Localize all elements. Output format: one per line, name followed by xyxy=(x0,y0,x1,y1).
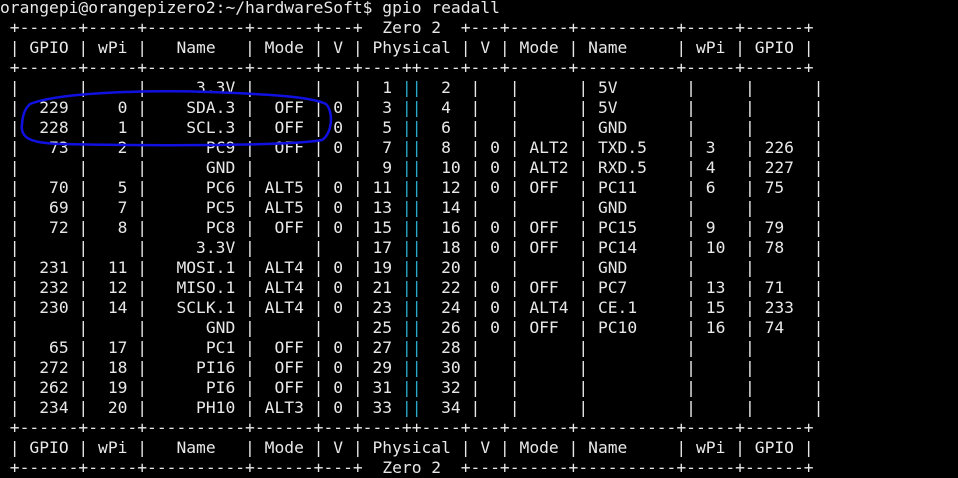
table-row: | | | 3.3V | | | 1 || 2 | | | 5V | | | xyxy=(0,78,824,98)
row-divider: || xyxy=(401,398,422,417)
header-right: V | Mode | Name | wPi | GPIO | xyxy=(470,38,814,57)
table-row: | 70 | 5 | PC6 | ALT5 | 0 | 11 || 12 | 0… xyxy=(0,178,824,198)
header-left: | GPIO | wPi | Name | Mode | V | Physica… xyxy=(0,438,461,457)
table-header-bottom: | GPIO | wPi | Name | Mode | V | Physica… xyxy=(0,438,814,458)
table-row: | 262 | 19 | PI6 | OFF | 0 | 31 || 32 | … xyxy=(0,378,824,398)
row-divider: || xyxy=(401,358,422,377)
table-header-top: | GPIO | wPi | Name | Mode | V | Physica… xyxy=(0,38,814,58)
row-divider: || xyxy=(401,278,422,297)
row-left: | 232 | 12 | MISO.1 | ALT4 | 0 | 21 xyxy=(0,278,402,297)
row-right: 14 | | | GND | | | xyxy=(421,198,824,217)
table-row: | 232 | 12 | MISO.1 | ALT4 | 0 | 21 || 2… xyxy=(0,278,824,298)
row-divider: || xyxy=(401,338,422,357)
table-border-top: +------+-----+----------+------+---+ Zer… xyxy=(0,18,814,37)
header-right: V | Mode | Name | wPi | GPIO | xyxy=(470,438,814,457)
table-row: | 229 | 0 | SDA.3 | OFF | 0 | 3 || 4 | |… xyxy=(0,98,824,118)
row-divider: || xyxy=(401,98,422,117)
row-left: | 73 | 2 | PC9 | OFF | 0 | 7 xyxy=(0,138,402,157)
table-row: | 230 | 14 | SCLK.1 | ALT4 | 0 | 23 || 2… xyxy=(0,298,824,318)
row-right: 16 | 0 | OFF | PC15 | 9 | 79 | xyxy=(421,218,824,237)
row-left: | | | 3.3V | | | 1 xyxy=(0,78,402,97)
prompt-line: orangepi@orangepizero2:~/hardwareSoft$ g… xyxy=(0,0,500,18)
header-left: | GPIO | wPi | Name | Mode | V | Physica… xyxy=(0,38,461,57)
row-left: | 69 | 7 | PC5 | ALT5 | 0 | 13 xyxy=(0,198,402,217)
row-divider: || xyxy=(401,318,422,337)
row-divider: || xyxy=(401,258,422,277)
table-row: | 73 | 2 | PC9 | OFF | 0 | 7 || 8 | 0 | … xyxy=(0,138,824,158)
row-divider: || xyxy=(401,238,422,257)
table-row: | 69 | 7 | PC5 | ALT5 | 0 | 13 || 14 | |… xyxy=(0,198,824,218)
row-left: | 229 | 0 | SDA.3 | OFF | 0 | 3 xyxy=(0,98,402,117)
row-right: 8 | 0 | ALT2 | TXD.5 | 3 | 226 | xyxy=(421,138,824,157)
row-left: | 272 | 18 | PI16 | OFF | 0 | 29 xyxy=(0,358,402,377)
header-sep: | xyxy=(460,38,471,57)
row-divider: || xyxy=(401,218,422,237)
row-right: 6 | | | GND | | | xyxy=(421,118,824,137)
table-border-mid: +------+-----+----------+------+---+----… xyxy=(0,58,814,77)
row-divider: || xyxy=(401,138,422,157)
row-left: | 231 | 11 | MOSI.1 | ALT4 | 0 | 19 xyxy=(0,258,402,277)
row-right: 20 | | | GND | | | xyxy=(421,258,824,277)
row-right: 2 | | | 5V | | | xyxy=(421,78,824,97)
row-right: 26 | 0 | OFF | PC10 | 16 | 74 | xyxy=(421,318,824,337)
row-divider: || xyxy=(401,198,422,217)
shell-prompt: orangepi@orangepizero2:~/hardwareSoft$ xyxy=(0,0,383,17)
row-divider: || xyxy=(401,178,422,197)
table-row: | 234 | 20 | PH10 | ALT3 | 0 | 33 || 34 … xyxy=(0,398,824,418)
row-left: | 70 | 5 | PC6 | ALT5 | 0 | 11 xyxy=(0,178,402,197)
row-left: | 228 | 1 | SCL.3 | OFF | 0 | 5 xyxy=(0,118,402,137)
row-left: | | | 3.3V | | | 17 xyxy=(0,238,402,257)
row-left: | | | GND | | | 25 xyxy=(0,318,402,337)
table-row: | | | 3.3V | | | 17 || 18 | 0 | OFF | PC… xyxy=(0,238,824,258)
row-left: | 72 | 8 | PC8 | OFF | 0 | 15 xyxy=(0,218,402,237)
row-left: | 262 | 19 | PI6 | OFF | 0 | 31 xyxy=(0,378,402,397)
row-right: 28 | | | | | | xyxy=(421,338,824,357)
table-row: | | | GND | | | 9 || 10 | 0 | ALT2 | RXD… xyxy=(0,158,824,178)
table-row: | 272 | 18 | PI16 | OFF | 0 | 29 || 30 |… xyxy=(0,358,824,378)
row-left: | 230 | 14 | SCLK.1 | ALT4 | 0 | 23 xyxy=(0,298,402,317)
row-right: 30 | | | | | | xyxy=(421,358,824,377)
row-right: 32 | | | | | | xyxy=(421,378,824,397)
table-row: | 72 | 8 | PC8 | OFF | 0 | 15 || 16 | 0 … xyxy=(0,218,824,238)
terminal-window[interactable]: orangepi@orangepizero2:~/hardwareSoft$ g… xyxy=(0,0,958,478)
command-text: gpio readall xyxy=(382,0,500,17)
row-divider: || xyxy=(401,378,422,397)
row-divider: || xyxy=(401,118,422,137)
row-right: 18 | 0 | OFF | PC14 | 10 | 78 | xyxy=(421,238,824,257)
table-row: | 228 | 1 | SCL.3 | OFF | 0 | 5 || 6 | |… xyxy=(0,118,824,138)
row-right: 34 | | | | | | xyxy=(421,398,824,417)
row-divider: || xyxy=(401,158,422,177)
row-left: | 65 | 17 | PC1 | OFF | 0 | 27 xyxy=(0,338,402,357)
table-row: | | | GND | | | 25 || 26 | 0 | OFF | PC1… xyxy=(0,318,824,338)
table-row: | 231 | 11 | MOSI.1 | ALT4 | 0 | 19 || 2… xyxy=(0,258,824,278)
row-right: 22 | 0 | OFF | PC7 | 13 | 71 | xyxy=(421,278,824,297)
row-divider: || xyxy=(401,298,422,317)
row-left: | | | GND | | | 9 xyxy=(0,158,402,177)
row-divider: || xyxy=(401,78,422,97)
row-right: 12 | 0 | OFF | PC11 | 6 | 75 | xyxy=(421,178,824,197)
table-row: | 65 | 17 | PC1 | OFF | 0 | 27 || 28 | |… xyxy=(0,338,824,358)
row-right: 24 | 0 | ALT4 | CE.1 | 15 | 233 | xyxy=(421,298,824,317)
table-border-mid-bottom: +------+-----+----------+------+---+----… xyxy=(0,418,814,437)
table-border-bottom: +------+-----+----------+------+---+ Zer… xyxy=(0,458,814,477)
row-left: | 234 | 20 | PH10 | ALT3 | 0 | 33 xyxy=(0,398,402,417)
header-sep: | xyxy=(460,438,471,457)
row-right: 10 | 0 | ALT2 | RXD.5 | 4 | 227 | xyxy=(421,158,824,177)
row-right: 4 | | | 5V | | | xyxy=(421,98,824,117)
